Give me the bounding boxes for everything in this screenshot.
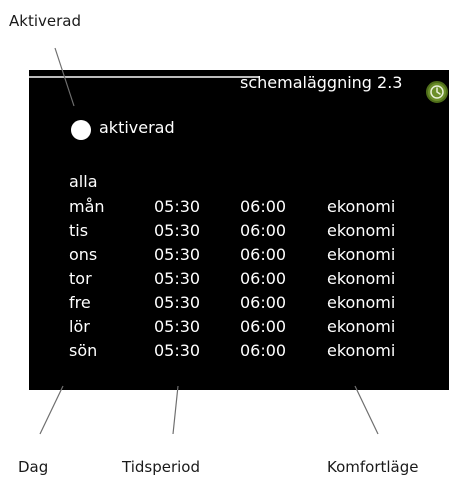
callout-comfort-mode: Komfortläge — [327, 458, 419, 476]
callout-day: Dag — [18, 458, 49, 476]
callout-leader-lines — [39, 47, 379, 435]
leader-line-day — [39, 385, 64, 435]
leader-line-comfort-mode — [354, 385, 379, 435]
leader-line-activated — [54, 47, 75, 107]
leader-line-time-period — [172, 385, 179, 435]
callout-time-period: Tidsperiod — [122, 458, 200, 476]
